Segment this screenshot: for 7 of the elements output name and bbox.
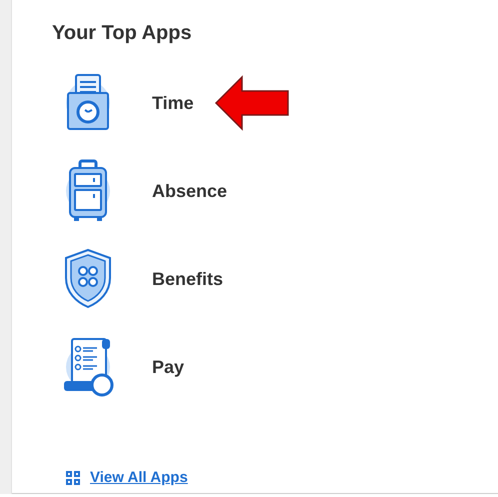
app-item[interactable]: Benefits (58, 247, 224, 311)
view-all-apps-link[interactable]: View All Apps (66, 466, 188, 489)
grid-icon (66, 470, 80, 485)
app-item[interactable]: Pay (58, 335, 184, 399)
app-item[interactable]: Time (58, 71, 194, 135)
section-title: Your Top Apps (52, 21, 192, 46)
app-item[interactable]: Absence (58, 159, 228, 223)
